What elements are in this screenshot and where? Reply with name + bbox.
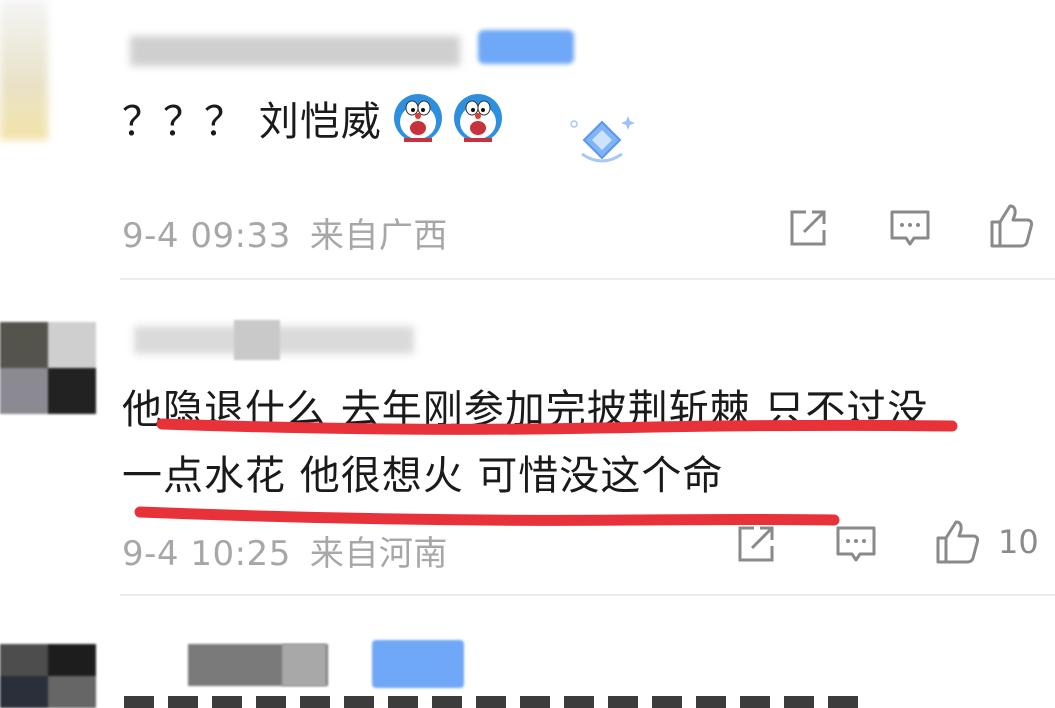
- timestamp: 9-4 09:33: [122, 216, 291, 256]
- like-button[interactable]: 10: [934, 518, 1039, 566]
- username-blurred: [282, 644, 326, 686]
- comment-line: 他隐退什么 去年刚参加完披荆斩棘 只不过没: [122, 387, 929, 433]
- comment-icon[interactable]: [834, 524, 878, 566]
- comment-meta-1: 9-4 09:33 来自广西: [122, 208, 448, 257]
- comment-meta-2: 9-4 10:25 来自河南: [122, 526, 448, 575]
- username-blurred[interactable]: [130, 36, 460, 66]
- level-badge: [372, 640, 464, 688]
- avatar[interactable]: [0, 644, 96, 708]
- timestamp: 9-4 10:25: [122, 534, 291, 574]
- divider: [120, 278, 1055, 280]
- location: 来自河南: [309, 534, 448, 574]
- comment-line: 一点水花 他很想火 可惜没这个命: [122, 453, 724, 499]
- comment-text: ？？？ 刘恺威: [122, 99, 382, 145]
- comment-icon[interactable]: [888, 208, 932, 250]
- comment-text-1: ？？？ 刘恺威: [122, 92, 506, 145]
- level-badge: [478, 30, 574, 64]
- doraemon-emoji: [453, 94, 502, 142]
- avatar[interactable]: [0, 322, 96, 414]
- like-icon[interactable]: [988, 202, 1036, 250]
- like-count: 10: [998, 523, 1039, 561]
- diamond-badge-icon: [570, 116, 635, 163]
- doraemon-emoji: [393, 94, 442, 142]
- like-icon[interactable]: [934, 518, 982, 566]
- share-icon[interactable]: [734, 522, 778, 566]
- username-block: [234, 320, 280, 360]
- share-icon[interactable]: [786, 206, 830, 250]
- location: 来自广西: [309, 216, 448, 256]
- comment-text-2: 他隐退什么 去年刚参加完披荆斩棘 只不过没 一点水花 他很想火 可惜没这个命: [122, 380, 928, 506]
- divider: [120, 594, 1055, 596]
- comment-text-cutoff: [124, 694, 864, 708]
- avatar[interactable]: [0, 0, 48, 140]
